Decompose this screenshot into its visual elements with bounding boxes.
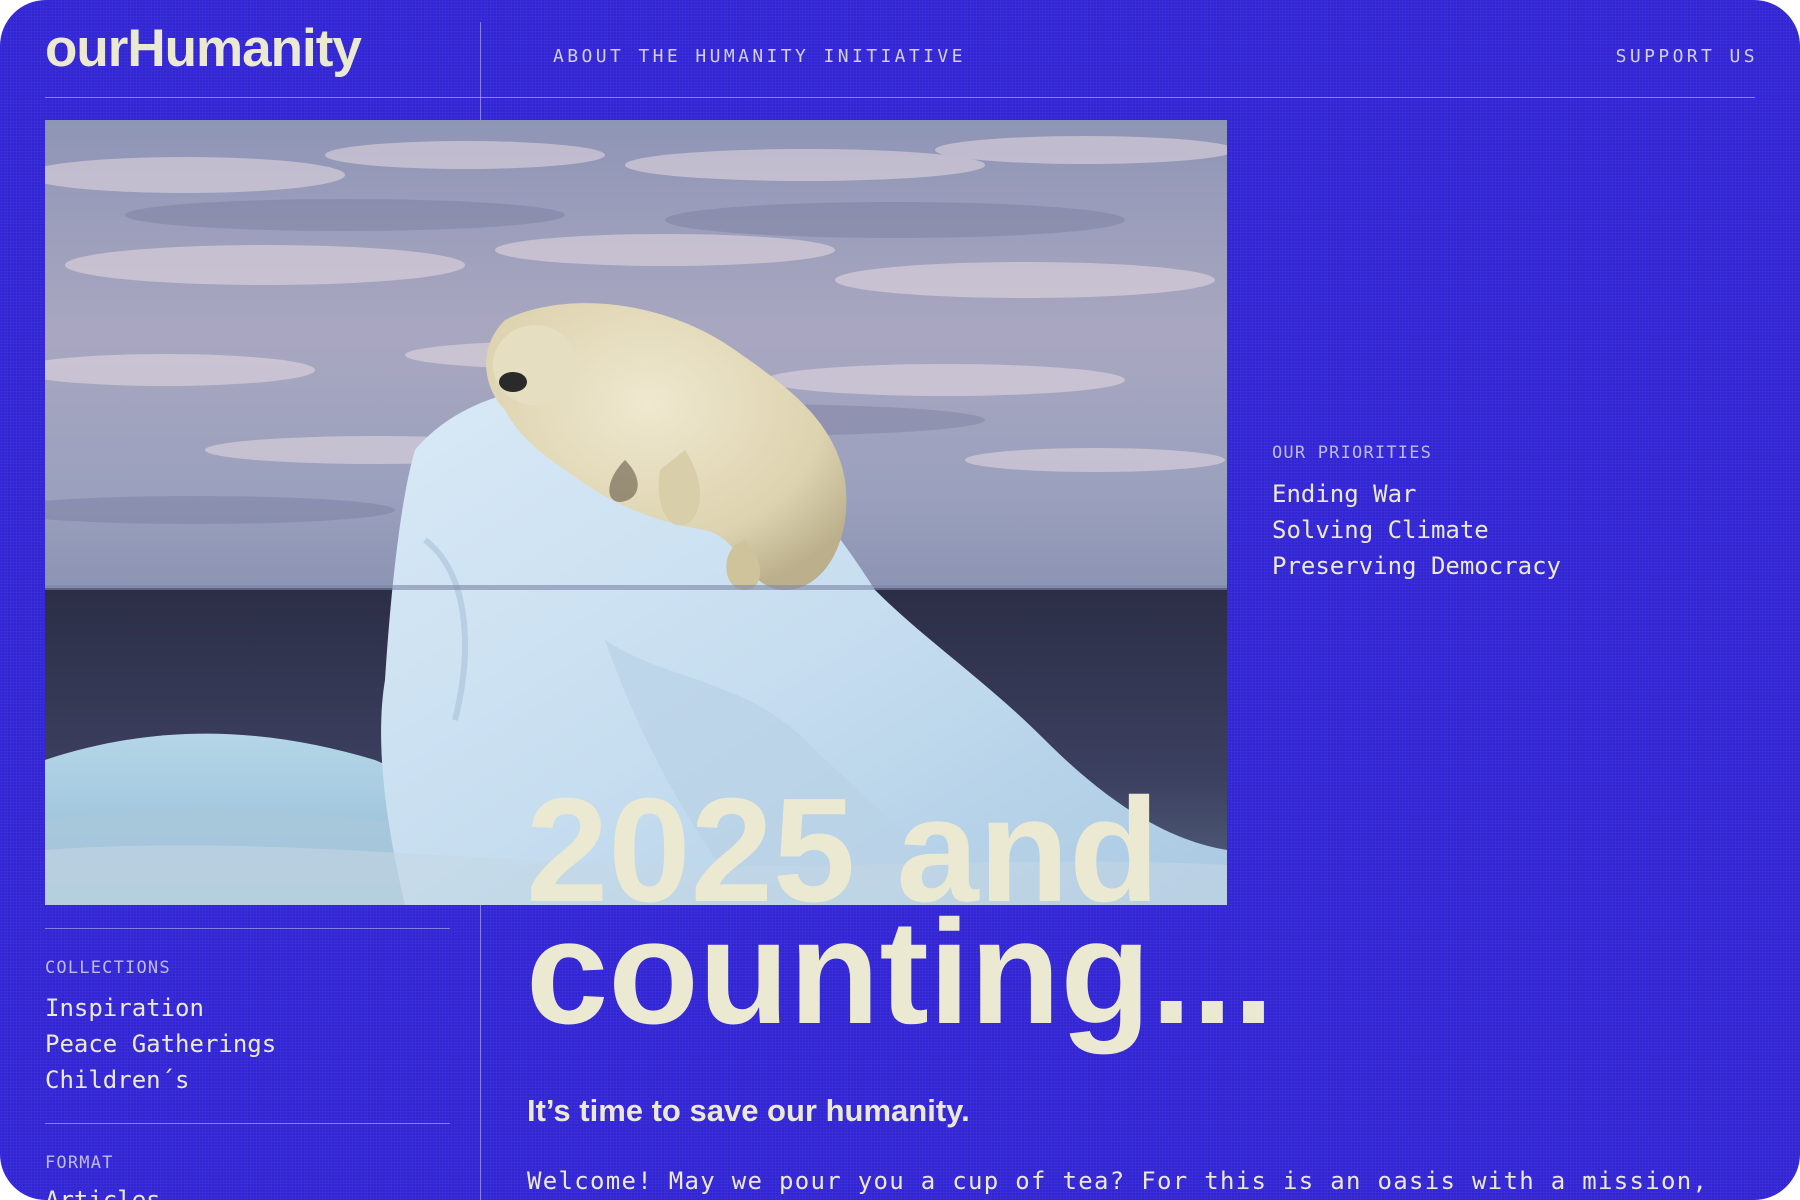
page-subheadline: It’s time to save our humanity.	[527, 1093, 970, 1128]
priority-ending-war[interactable]: Ending War	[1272, 480, 1417, 508]
collections-label: COLLECTIONS	[45, 958, 171, 978]
priority-preserving-democracy[interactable]: Preserving Democracy	[1272, 552, 1561, 580]
priority-solving-climate[interactable]: Solving Climate	[1272, 516, 1489, 544]
priorities-label: OUR PRIORITIES	[1272, 443, 1433, 463]
format-label: FORMAT	[45, 1153, 114, 1173]
collection-childrens[interactable]: Children´s	[45, 1066, 190, 1094]
collections-list: Inspiration Peace Gatherings Children´s	[45, 990, 276, 1098]
format-articles[interactable]: Articles	[45, 1186, 161, 1200]
format-divider	[45, 1123, 450, 1124]
intro-paragraph: Welcome! May we pour you a cup of tea? F…	[527, 1167, 1709, 1195]
format-list: Articles	[45, 1182, 161, 1200]
nav-about-link[interactable]: ABOUT THE HUMANITY INITIATIVE	[553, 46, 966, 67]
page-frame: ourHumanity ABOUT THE HUMANITY INITIATIV…	[0, 0, 1800, 1200]
collections-divider	[45, 928, 450, 929]
collection-peace-gatherings[interactable]: Peace Gatherings	[45, 1030, 276, 1058]
site-logo[interactable]: ourHumanity	[45, 18, 362, 79]
nav-support-link[interactable]: SUPPORT US	[1616, 46, 1758, 67]
collection-inspiration[interactable]: Inspiration	[45, 994, 204, 1022]
header-divider	[45, 97, 1755, 98]
priorities-list: Ending War Solving Climate Preserving De…	[1272, 476, 1561, 584]
page-headline: 2025 and counting...	[526, 777, 1275, 1055]
headline-line-2: counting...	[526, 890, 1275, 1055]
